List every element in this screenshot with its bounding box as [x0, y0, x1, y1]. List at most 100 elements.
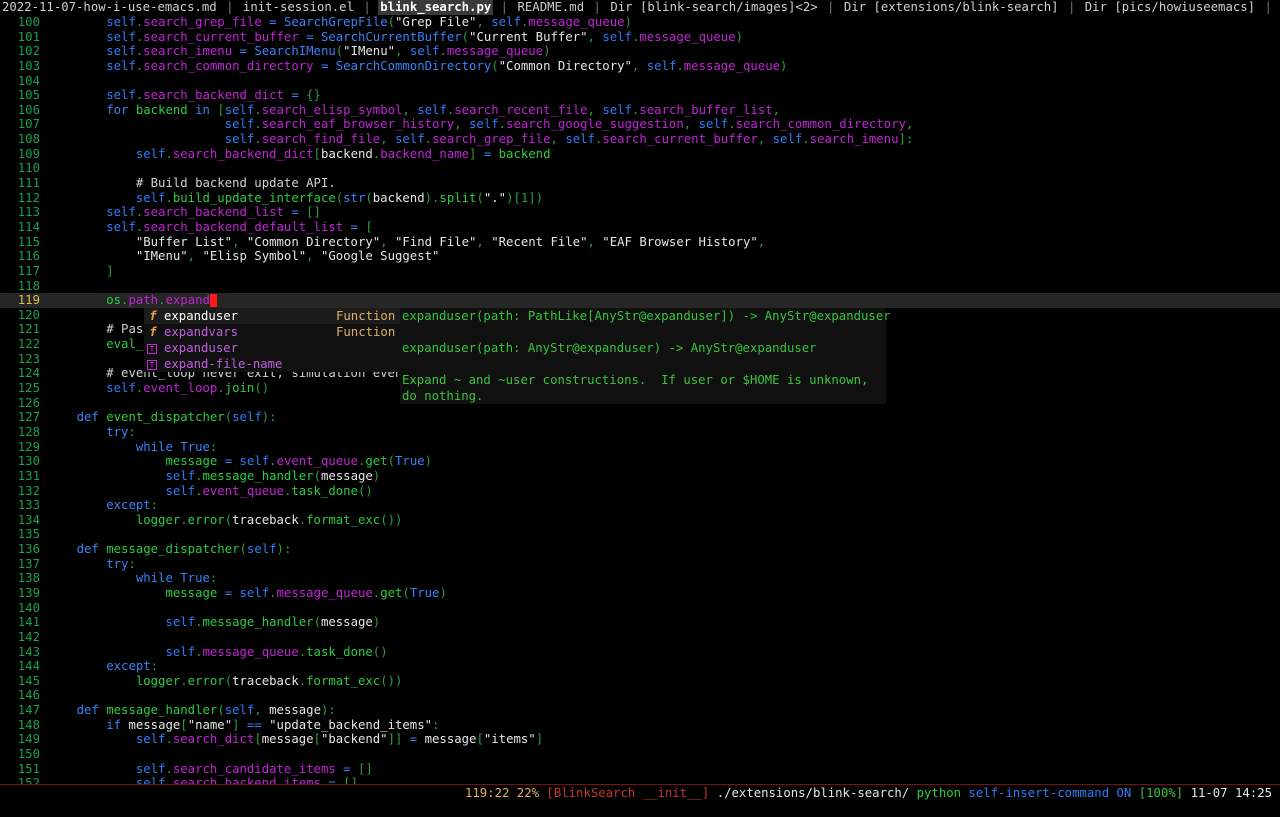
code-line[interactable]: 145 logger.error(traceback.format_exc())	[0, 674, 1280, 689]
tab-dir-blink-search-images-2[interactable]: Dir [blink-search/images]<2>	[608, 0, 819, 15]
doc-line: expanduser(path: PathLike[AnyStr@expandu…	[402, 309, 891, 323]
code-line[interactable]: 150	[0, 747, 1280, 762]
code-token: (	[313, 468, 321, 483]
code-line[interactable]: 133 except:	[0, 498, 1280, 513]
code-line[interactable]: 132 self.event_queue.task_done()	[0, 484, 1280, 499]
code-token: search_google_suggestion	[506, 117, 684, 132]
code-token: event_queue	[202, 483, 284, 498]
code-line[interactable]: 113 self.search_backend_list = []	[0, 205, 1280, 220]
code-line[interactable]: 111 # Build backend update API.	[0, 176, 1280, 191]
line-number: 148	[17, 717, 40, 732]
completion-item[interactable]: f expandvars Function	[144, 324, 400, 340]
tab-readme-md[interactable]: README.md	[515, 0, 586, 15]
code-text: self.message_queue.task_done()	[47, 645, 387, 660]
code-line[interactable]: 128 try:	[0, 425, 1280, 440]
code-line[interactable]: 138 while True:	[0, 571, 1280, 586]
code-token: =	[283, 205, 307, 220]
code-token: ):	[261, 410, 277, 425]
code-line[interactable]: 146	[0, 688, 1280, 703]
code-token: ):	[320, 703, 336, 718]
tab-2022-11-07-how-i-use-emacs-md[interactable]: 2022-11-07-how-i-use-emacs.md	[0, 0, 219, 15]
code-line[interactable]: 116 "IMenu", "Elisp Symbol", "Google Sug…	[0, 249, 1280, 264]
code-line[interactable]: 107 self.search_eaf_browser_history, sel…	[0, 117, 1280, 132]
tab-init-session-el[interactable]: init-session.el	[241, 0, 356, 15]
code-line[interactable]: 140	[0, 601, 1280, 616]
code-token: self	[106, 29, 136, 44]
code-line[interactable]: 115 "Buffer List", "Common Directory", "…	[0, 235, 1280, 250]
code-line[interactable]: 106 for backend in [self.search_elisp_sy…	[0, 103, 1280, 118]
code-line[interactable]: 130 message = self.event_queue.get(True)	[0, 454, 1280, 469]
code-line[interactable]: 100 self.search_grep_file = SearchGrepFi…	[0, 15, 1280, 30]
code-text: logger.error(traceback.format_exc())	[47, 513, 403, 528]
completion-item[interactable]: f expanduser Function	[144, 308, 400, 324]
completion-kind: Function	[336, 309, 396, 323]
code-token: message	[261, 732, 314, 747]
code-line[interactable]: 118	[0, 279, 1280, 294]
code-token: (	[402, 585, 410, 600]
code-line[interactable]: 151 self.search_candidate_items = []	[0, 762, 1280, 777]
code-token: self	[772, 132, 803, 147]
code-line[interactable]: 105 self.search_backend_dict = {}	[0, 88, 1280, 103]
code-line[interactable]: 129 while True:	[0, 440, 1280, 455]
code-line[interactable]: 114 self.search_backend_default_list = [	[0, 220, 1280, 235]
code-token: get	[365, 454, 388, 469]
tab-dir-pics-howiuseemacs[interactable]: Dir [pics/howiuseemacs]	[1083, 0, 1257, 15]
code-line[interactable]: 108 self.search_find_file, self.search_g…	[0, 132, 1280, 147]
code-line[interactable]: 152 self.search_backend_items = []	[0, 776, 1280, 784]
code-line[interactable]: 112 self.build_update_interface(str(back…	[0, 191, 1280, 206]
code-line[interactable]: 127 def event_dispatcher(self):	[0, 410, 1280, 425]
code-line[interactable]: 102 self.search_imenu = SearchIMenu("IMe…	[0, 44, 1280, 59]
completion-item[interactable]: Texpand-file-name	[144, 356, 400, 372]
code-text: message = self.event_queue.get(True)	[47, 454, 432, 469]
code-line[interactable]: 149 self.search_dict[message["backend"]]…	[0, 732, 1280, 747]
code-text: except:	[47, 498, 158, 513]
doc-line	[400, 356, 886, 372]
code-line[interactable]: 137 try:	[0, 557, 1280, 572]
code-line[interactable]: 147 def message_handler(self, message):	[0, 703, 1280, 718]
line-number: 104	[17, 73, 40, 88]
completion-item[interactable]: Texpanduser	[144, 340, 400, 356]
code-line[interactable]: 144 except:	[0, 659, 1280, 674]
code-line[interactable]: 101 self.search_current_buffer = SearchC…	[0, 30, 1280, 45]
line-number: 149	[17, 732, 40, 747]
code-line[interactable]: 139 message = self.message_queue.get(Tru…	[0, 586, 1280, 601]
code-token: task_done	[291, 483, 358, 498]
code-token: ,	[905, 117, 914, 132]
code-line[interactable]: 134 logger.error(traceback.format_exc())	[0, 513, 1280, 528]
code-line[interactable]: 143 self.message_queue.task_done()	[0, 645, 1280, 660]
code-line[interactable]: 135	[0, 527, 1280, 542]
line-number: 138	[17, 571, 40, 586]
code-line[interactable]: 141 self.message_handler(message)	[0, 615, 1280, 630]
code-token: self	[135, 761, 166, 776]
code-line[interactable]: 110	[0, 161, 1280, 176]
code-token: =	[232, 44, 255, 59]
line-number: 145	[17, 673, 40, 688]
tab-dir-extensions-blink-search[interactable]: Dir [extensions/blink-search]	[842, 0, 1061, 15]
completion-label: expanduser	[164, 341, 239, 355]
code-token: backend	[135, 102, 188, 117]
code-token: [	[254, 732, 262, 747]
code-line[interactable]: 142	[0, 630, 1280, 645]
code-line[interactable]: 131 self.message_handler(message)	[0, 469, 1280, 484]
code-line[interactable]: 148 if message["name"] == "update_backen…	[0, 718, 1280, 733]
code-line[interactable]: 103 self. search_common_directory = Searc…	[0, 59, 1280, 74]
code-token: .	[195, 483, 203, 498]
line-number: 118	[17, 278, 40, 293]
code-line[interactable]: 104	[0, 74, 1280, 89]
code-text: self.search_find_file, self.search_grep_…	[47, 132, 914, 147]
code-line[interactable]: 109 self.search_backend_dict[backend.bac…	[0, 147, 1280, 162]
tab-blink-search-py[interactable]: blink_search.py	[378, 0, 494, 15]
code-token: search_dict	[172, 732, 255, 747]
code-token: =	[476, 146, 499, 161]
code-line[interactable]: 117 ]	[0, 264, 1280, 279]
code-line[interactable]: 136 def message_dispatcher(self):	[0, 542, 1280, 557]
code-line[interactable]: 119 os.path.expand	[0, 293, 1280, 308]
tab-separator: |	[218, 0, 241, 14]
